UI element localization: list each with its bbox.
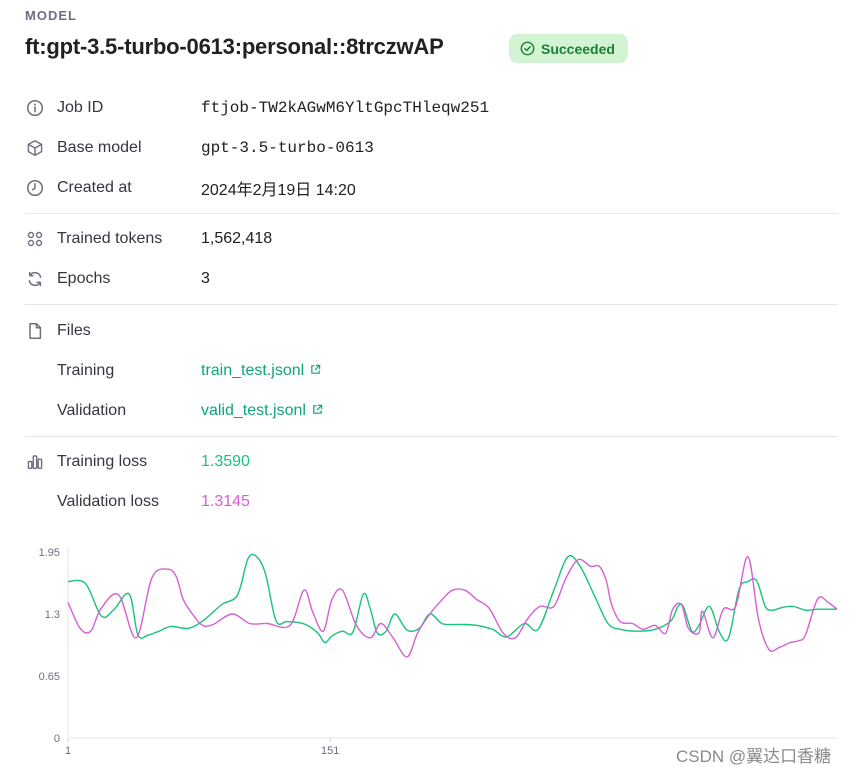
page-title: ft:gpt-3.5-turbo-0613:personal::8trczwAP <box>25 34 444 59</box>
x-tick-label: 151 <box>321 745 339 757</box>
clock-icon <box>25 178 45 198</box>
loss-chart[interactable]: 1.95 1.3 0.65 01 151 <box>0 535 861 774</box>
trained-tokens-row: Trained tokens 1,562,418 <box>25 227 272 251</box>
trained-tokens-label: Trained tokens <box>57 230 163 247</box>
validation-file-name[interactable]: valid_test.jsonl <box>201 402 306 420</box>
job-id-label: Job ID <box>57 99 104 116</box>
y-tick-label: 0 <box>54 733 60 745</box>
x-tick-label: 1 <box>65 745 71 757</box>
epochs-value: 3 <box>201 270 210 287</box>
files-row: Files <box>25 319 91 343</box>
bar-chart-icon <box>25 452 45 472</box>
validation-file-link[interactable]: valid_test.jsonl <box>201 402 323 420</box>
created-at-label: Created at <box>57 179 132 196</box>
validation-loss-line <box>67 556 838 658</box>
base-model-value: gpt-3.5-turbo-0613 <box>201 139 374 157</box>
check-circle-icon <box>520 41 535 56</box>
divider <box>25 436 838 437</box>
external-link-icon <box>310 362 321 380</box>
refresh-icon <box>25 269 45 289</box>
status-label: Succeeded <box>541 40 615 57</box>
epochs-label: Epochs <box>57 270 111 287</box>
y-tick-label: 0.65 <box>39 671 60 683</box>
training-file-label: Training <box>57 362 115 379</box>
y-tick-label: 1.3 <box>45 609 60 621</box>
training-file-link[interactable]: train_test.jsonl <box>201 362 321 380</box>
validation-loss-label: Validation loss <box>57 493 159 510</box>
created-at-row: Created at 2024年2月19日 14:20 <box>25 176 356 200</box>
training-loss-value: 1.3590 <box>201 453 250 470</box>
watermark: CSDN @翼达口香糖 <box>676 747 832 766</box>
validation-loss-value: 1.3145 <box>201 493 250 510</box>
created-at-value: 2024年2月19日 14:20 <box>201 182 356 199</box>
validation-file-label: Validation <box>57 402 127 419</box>
status-badge: Succeeded <box>509 34 628 63</box>
grid-dots-icon <box>25 229 45 249</box>
trained-tokens-value: 1,562,418 <box>201 230 273 247</box>
epochs-row: Epochs 3 <box>25 267 210 291</box>
training-loss-row: Training loss 1.3590 <box>25 450 250 474</box>
files-label: Files <box>57 322 91 339</box>
file-icon <box>25 321 45 341</box>
divider <box>25 304 838 305</box>
job-id-value[interactable]: ftjob-TW2kAGwM6YltGpcTHleqw251 <box>201 99 489 117</box>
external-link-icon <box>312 402 323 420</box>
y-tick-label: 1.95 <box>39 547 60 559</box>
info-icon <box>25 98 45 118</box>
base-model-row: Base model gpt-3.5-turbo-0613 <box>25 136 374 160</box>
training-loss-label: Training loss <box>57 453 148 470</box>
training-file-name[interactable]: train_test.jsonl <box>201 362 304 380</box>
divider <box>25 213 838 214</box>
cube-icon <box>25 138 45 158</box>
base-model-label: Base model <box>57 139 142 156</box>
section-label: MODEL <box>25 8 77 23</box>
job-id-row: Job ID ftjob-TW2kAGwM6YltGpcTHleqw251 <box>25 96 489 120</box>
